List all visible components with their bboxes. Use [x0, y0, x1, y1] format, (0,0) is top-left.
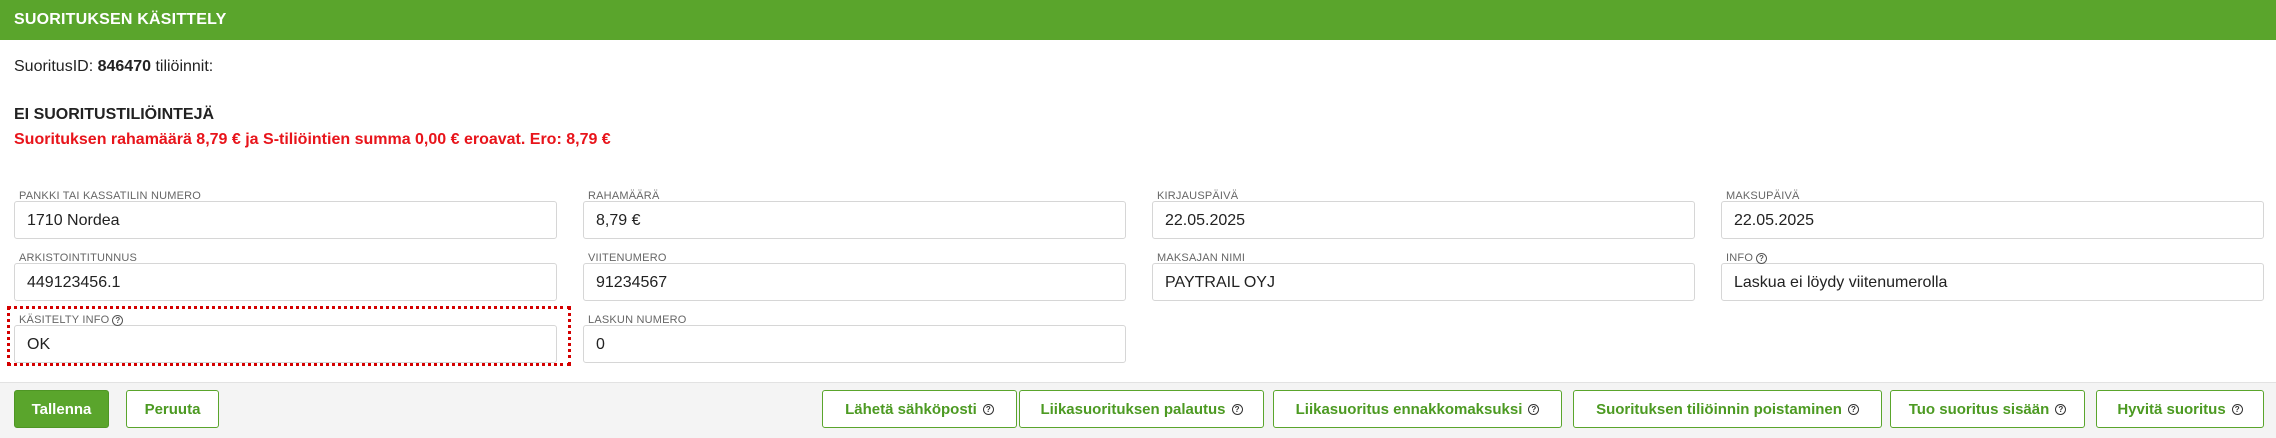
- kirjauspaiva-field[interactable]: KIRJAUSPÄIVÄ 22.05.2025: [1152, 190, 1695, 239]
- tallenna-button[interactable]: Tallenna: [14, 390, 109, 428]
- liikasuorituksen-palautus-button[interactable]: Liikasuorituksen palautus?: [1019, 390, 1264, 428]
- maksajan-nimi-value: PAYTRAIL OYJ: [1165, 274, 1275, 291]
- maksajan-nimi-label: MAKSAJAN NIMI: [1157, 252, 1246, 264]
- arkistointitunnus-label: ARKISTOINTITUNNUS: [19, 252, 138, 264]
- rahamaara-value: 8,79 €: [596, 212, 641, 229]
- help-icon: ?: [982, 403, 994, 415]
- arkistointitunnus-value: 449123456.1: [27, 274, 121, 291]
- laheta-sahkoposti-label: Lähetä sähköposti: [845, 400, 977, 418]
- page-header: SUORITUKSEN KÄSITTELY: [0, 0, 2276, 40]
- help-icon: ?: [1847, 403, 1859, 415]
- suoritus-id-label: SuoritusID:: [14, 58, 94, 75]
- tilioinnin-poistaminen-button[interactable]: Suorituksen tiliöinnin poistaminen?: [1573, 390, 1882, 428]
- viitenumero-label: VIITENUMERO: [588, 252, 667, 264]
- laskun-numero-label: LASKUN NUMERO: [588, 314, 687, 326]
- maksajan-nimi-field[interactable]: MAKSAJAN NIMI PAYTRAIL OYJ: [1152, 252, 1695, 301]
- tuo-suoritus-sisaan-label: Tuo suoritus sisään: [1908, 400, 2050, 418]
- help-icon[interactable]: ?: [1756, 253, 1768, 264]
- tuo-suoritus-sisaan-button[interactable]: Tuo suoritus sisään?: [1890, 390, 2085, 428]
- viitenumero-value: 91234567: [596, 274, 668, 291]
- page-title: SUORITUKSEN KÄSITTELY: [14, 11, 227, 28]
- suoritus-id-value: 846470: [97, 58, 151, 75]
- pankki-value: 1710 Nordea: [27, 212, 120, 229]
- info-label: INFO?: [1726, 252, 1768, 264]
- suoritus-id-line: SuoritusID: 846470 tiliöinnit:: [14, 58, 213, 76]
- help-icon: ?: [1231, 403, 1243, 415]
- tilioinnit-label: tiliöinnit:: [155, 58, 214, 75]
- laheta-sahkoposti-button[interactable]: Lähetä sähköposti?: [822, 390, 1017, 428]
- laskun-numero-value: 0: [596, 336, 605, 353]
- tilioinnin-poistaminen-label: Suorituksen tiliöinnin poistaminen: [1596, 400, 1842, 418]
- help-icon: ?: [2055, 403, 2067, 415]
- rahamaara-label: RAHAMÄÄRÄ: [588, 190, 660, 202]
- info-value: Laskua ei löydy viitenumerolla: [1734, 274, 1948, 291]
- maksupaiva-label: MAKSUPÄIVÄ: [1726, 190, 1800, 202]
- info-label-text: INFO: [1726, 252, 1754, 264]
- liikasuoritus-ennakkomaksuksi-button[interactable]: Liikasuoritus ennakkomaksuksi?: [1273, 390, 1562, 428]
- liikasuoritus-ennakkomaksuksi-label: Liikasuoritus ennakkomaksuksi: [1295, 400, 1523, 418]
- pankki-label: PANKKI TAI KASSATILIN NUMERO: [19, 190, 202, 202]
- kirjauspaiva-value: 22.05.2025: [1165, 212, 1246, 229]
- hyvita-suoritus-label: Hyvitä suoritus: [2117, 400, 2226, 418]
- help-icon: ?: [1528, 403, 1540, 415]
- info-field[interactable]: INFO? Laskua ei löydy viitenumerolla: [1721, 252, 2264, 301]
- error-message: Suorituksen rahamäärä 8,79 € ja S-tiliöi…: [14, 131, 611, 148]
- maksupaiva-field[interactable]: MAKSUPÄIVÄ 22.05.2025: [1721, 190, 2264, 239]
- pankki-field[interactable]: PANKKI TAI KASSATILIN NUMERO 1710 Nordea: [14, 190, 557, 239]
- kirjauspaiva-label: KIRJAUSPÄIVÄ: [1157, 190, 1239, 202]
- liikasuorituksen-palautus-label: Liikasuorituksen palautus: [1040, 400, 1226, 418]
- arkistointitunnus-field[interactable]: ARKISTOINTITUNNUS 449123456.1: [14, 252, 557, 301]
- maksupaiva-value: 22.05.2025: [1734, 212, 1815, 229]
- laskun-numero-field[interactable]: LASKUN NUMERO 0: [583, 314, 1126, 363]
- rahamaara-field[interactable]: RAHAMÄÄRÄ 8,79 €: [583, 190, 1126, 239]
- help-icon: ?: [2231, 403, 2243, 415]
- hyvita-suoritus-button[interactable]: Hyvitä suoritus?: [2096, 390, 2264, 428]
- peruuta-button[interactable]: Peruuta: [126, 390, 219, 428]
- no-entries-heading: EI SUORITUSTILIÖINTEJÄ: [14, 106, 215, 123]
- focus-highlight: [7, 306, 571, 366]
- viitenumero-field[interactable]: VIITENUMERO 91234567: [583, 252, 1126, 301]
